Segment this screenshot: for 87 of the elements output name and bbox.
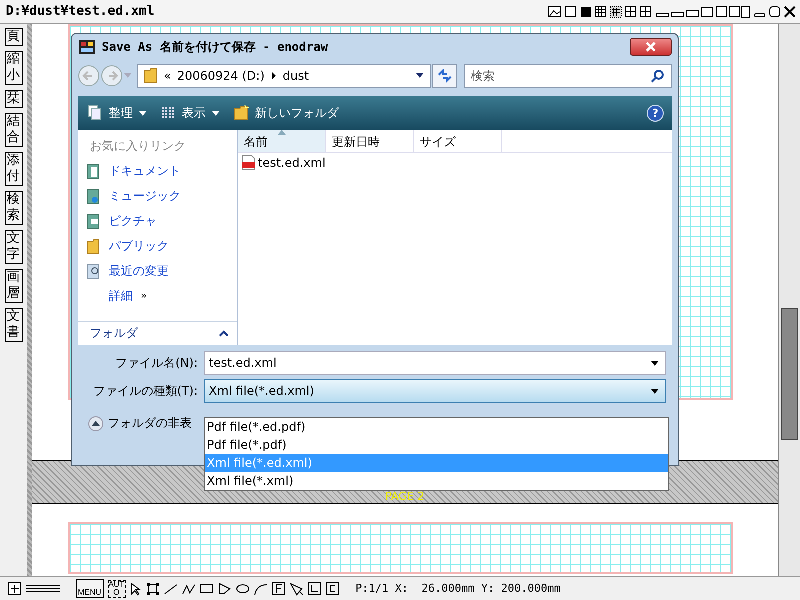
folder-icon [144, 68, 158, 84]
grid-icon[interactable] [625, 6, 637, 18]
toolbar-button[interactable]: 画層 [4, 269, 22, 303]
toolbar-button[interactable]: 整理 [86, 102, 149, 124]
dropdown-option[interactable]: Pdf file(*.ed.pdf) [205, 418, 668, 436]
close-icon[interactable] [784, 6, 796, 18]
square-outline-icon[interactable] [565, 6, 577, 18]
caret-icon [651, 388, 659, 394]
pointer-icon[interactable] [130, 582, 142, 596]
help-button[interactable]: ? [647, 104, 664, 122]
size-icons-drawing[interactable] [655, 6, 751, 18]
window-title: D:¥dust¥test.ed.xml [6, 4, 155, 19]
page-label: PAGE 2 [385, 491, 425, 503]
file-item[interactable]: test.ed.xml [238, 153, 672, 173]
search-icon[interactable] [651, 69, 665, 83]
toolbar-button[interactable]: 添付 [4, 152, 22, 186]
music-icon [86, 188, 101, 204]
menu-button[interactable]: MENU [76, 579, 104, 598]
frame-icon[interactable] [272, 582, 286, 596]
close-icon [646, 42, 656, 52]
polygon-icon[interactable] [218, 582, 232, 596]
column-header[interactable]: 名前 [238, 130, 326, 152]
documents-stack-icon [88, 105, 103, 121]
folder-icon [234, 105, 249, 121]
rectangle-icon[interactable] [200, 582, 214, 596]
folder-icon [86, 238, 101, 254]
hide-folders-link[interactable]: フォルダの非表 [108, 415, 192, 432]
curve-icon[interactable] [254, 582, 268, 596]
toolbar-button[interactable]: 表示 [159, 102, 222, 124]
scrollbar[interactable] [778, 24, 800, 576]
dialog-title: Save As 名前を付けて保存 - enodraw [102, 38, 330, 56]
node-icon[interactable] [146, 582, 160, 596]
breadcrumb[interactable]: dust [282, 69, 310, 83]
dropdown-option[interactable]: Xml file(*.xml) [205, 472, 668, 490]
scrollbar-thumb[interactable] [781, 308, 798, 440]
grid-icon[interactable] [595, 6, 607, 18]
breadcrumb-overflow[interactable]: « [164, 69, 172, 83]
line-icon[interactable] [164, 582, 178, 596]
columns-icon [161, 105, 176, 121]
favorite-link[interactable]: ピクチャ [78, 211, 237, 236]
breadcrumb[interactable]: 20060924 (D:) [177, 69, 265, 83]
favorite-link[interactable]: 最近の変更 [78, 261, 237, 286]
search-field[interactable]: 検索 [464, 64, 672, 88]
dropdown-field[interactable]: Xml file(*.ed.xml) [204, 379, 666, 403]
toolbar-button[interactable]: 結合 [4, 113, 22, 147]
grid-icon[interactable] [610, 6, 622, 18]
crosshair-icon[interactable] [8, 582, 22, 596]
sort-arrow-icon [278, 130, 286, 135]
section-header: お気に入りリンク [89, 138, 187, 155]
chevrons-glyph[interactable]: » [141, 291, 148, 302]
toolbar-button[interactable]: 新しいフォルダ [232, 102, 341, 124]
toolbar-button[interactable]: 文字 [4, 230, 22, 264]
more-link[interactable]: 詳細 [109, 288, 133, 305]
refresh-button[interactable] [432, 64, 457, 88]
field-label: ファイル名(N): [114, 354, 198, 372]
refresh-icon [436, 69, 452, 83]
dropdown-option[interactable]: Pdf file(*.pdf) [205, 436, 668, 454]
toolbar-button[interactable]: 縮小 [4, 51, 22, 85]
xml-file-icon [242, 155, 256, 171]
maximize-icon[interactable] [769, 6, 781, 18]
column-header[interactable]: サイズ [414, 130, 502, 152]
app-icon [78, 39, 96, 55]
lines-icon[interactable] [26, 584, 60, 594]
toolbar-button[interactable]: 栞 [4, 90, 22, 108]
favorite-link[interactable]: ドキュメント [78, 161, 237, 186]
column-header[interactable]: 更新日時 [326, 130, 414, 152]
favorite-link[interactable]: パブリック [78, 236, 237, 261]
dropdown-field[interactable]: test.ed.xml [204, 351, 666, 375]
ellipse-icon[interactable] [236, 582, 250, 596]
close-button[interactable] [630, 38, 672, 56]
toolbar-button[interactable]: 頁 [4, 28, 22, 46]
auto-button[interactable]: AUTO [108, 580, 126, 598]
picture-icon [86, 214, 101, 230]
chevron-icon[interactable] [270, 72, 277, 80]
caret-icon [651, 360, 659, 366]
grid-icon[interactable] [640, 6, 652, 18]
address-field[interactable]: « 20060924 (D:) dust [137, 64, 431, 88]
image-icon[interactable] [548, 6, 562, 18]
toolbar-button[interactable]: 文書 [4, 308, 22, 342]
field-label: ファイルの種類(T): [92, 382, 198, 400]
filled-square-icon[interactable] [580, 6, 592, 18]
document-icon [86, 164, 101, 180]
toolbar-button[interactable]: 検索 [4, 191, 22, 225]
collapse-icon[interactable] [88, 416, 104, 432]
coordinates-text: P:1/1 X: 26.000mm Y: 200.000mm [356, 582, 561, 595]
caret-icon[interactable] [416, 73, 424, 79]
favorite-link[interactable]: ミュージック [78, 186, 237, 211]
